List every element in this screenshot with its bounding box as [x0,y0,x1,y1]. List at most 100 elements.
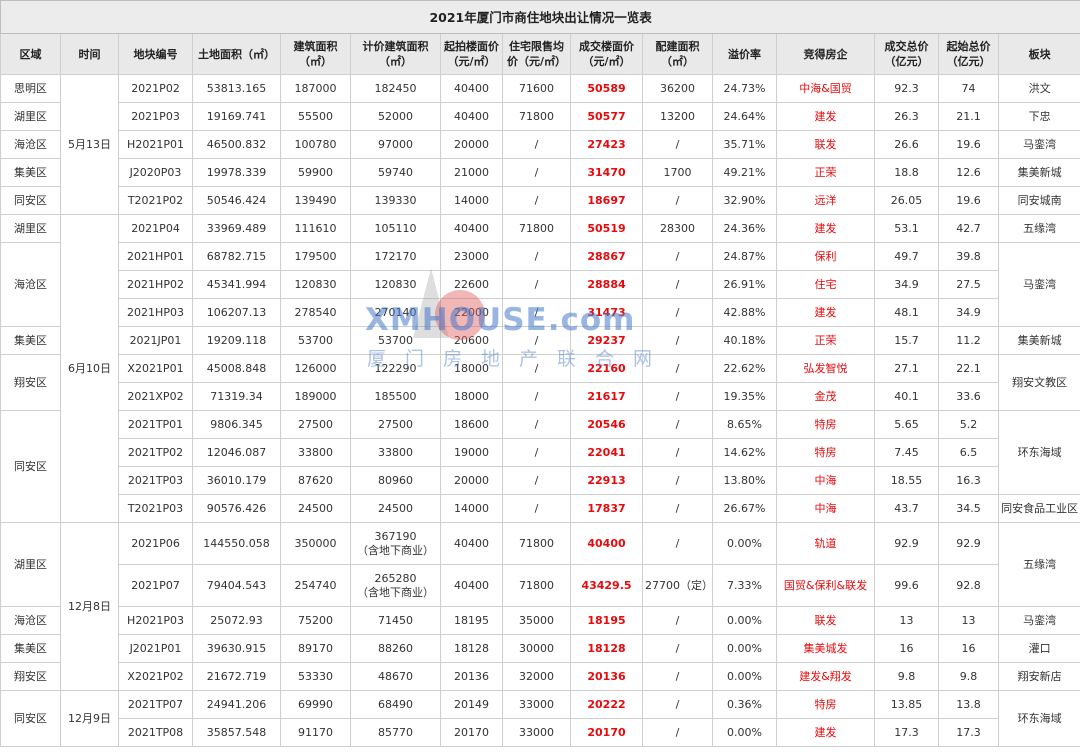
land-cell: 19209.118 [192,326,281,355]
start-total-cell: 27.5 [938,270,999,299]
start-price-cell: 18000 [440,354,503,383]
build-cell: 189000 [280,382,351,411]
deal-cell: 31470 [570,158,643,187]
board-cell: 下忠 [997,102,1080,131]
total-cell: 34.9 [874,270,939,299]
premium-cell: 0.00% [712,634,777,663]
table-row: 集美区 2021JP01 19209.118 53700 53700 20600… [0,326,1080,355]
deal-cell: 20546 [570,410,643,439]
deal-cell: 22160 [570,354,643,383]
priced-cell: 172170 [350,242,441,271]
total-cell: 18.8 [874,158,939,187]
deal-cell: 21617 [570,382,643,411]
extra-cell: / [642,634,713,663]
code-cell: H2021P01 [118,130,193,159]
land-cell: 53813.165 [192,74,281,103]
priced-cell: 71450 [350,606,441,635]
table-row: 湖里区 6月10日 2021P04 33969.489 111610 10511… [0,214,1080,523]
developer-cell: 建发 [776,214,875,243]
extra-cell: / [642,298,713,327]
limit-cell: 30000 [502,634,571,663]
land-cell: 68782.715 [192,242,281,271]
developer-cell: 远洋 [776,186,875,215]
code-cell: 2021P07 [118,564,193,607]
priced-cell: 52000 [350,102,441,131]
limit-cell: / [502,130,571,159]
priced-value: 265280 [374,571,417,585]
start-total-cell: 19.6 [938,130,999,159]
limit-cell: / [502,158,571,187]
deal-cell: 31473 [570,298,643,327]
total-cell: 40.1 [874,382,939,411]
land-cell: 33969.489 [192,214,281,243]
start-total-cell: 9.8 [938,662,999,691]
extra-cell: / [642,130,713,159]
date-cell: 5月13日 [60,74,119,215]
premium-cell: 0.00% [712,522,777,565]
total-cell: 9.8 [874,662,939,691]
extra-cell: / [642,690,713,719]
premium-cell: 0.00% [712,662,777,691]
deal-cell: 50577 [570,102,643,131]
premium-cell: 24.87% [712,242,777,271]
start-price-cell: 40400 [440,214,503,243]
board-cell: 翔安新店 [997,662,1080,691]
premium-cell: 26.67% [712,494,777,523]
build-cell: 89170 [280,634,351,663]
start-price-cell: 40400 [440,564,503,607]
developer-cell: 特房 [776,410,875,439]
header-district: 区域 [0,33,61,75]
start-price-cell: 20600 [440,326,503,355]
district-cell: 湖里区 [0,102,61,131]
developer-cell: 联发 [776,130,875,159]
build-cell: 53700 [280,326,351,355]
extra-cell: 36200 [642,74,713,103]
code-cell: X2021P02 [118,662,193,691]
developer-cell: 特房 [776,690,875,719]
extra-cell: / [642,438,713,467]
start-price-cell: 20170 [440,718,503,747]
limit-cell: 32000 [502,662,571,691]
start-total-cell: 22.1 [938,354,999,383]
deal-cell: 29237 [570,326,643,355]
start-total-cell: 39.8 [938,242,999,271]
build-cell: 139490 [280,186,351,215]
extra-cell: / [642,326,713,355]
start-total-cell: 92.9 [938,522,999,565]
district-cell: 同安区 [0,410,61,523]
deal-cell: 28867 [570,242,643,271]
start-total-cell: 21.1 [938,102,999,131]
land-cell: 35857.548 [192,718,281,747]
board-cell: 马銮湾 [997,606,1080,635]
build-cell: 53330 [280,662,351,691]
code-cell: 2021TP08 [118,718,193,747]
start-price-cell: 22600 [440,270,503,299]
build-cell: 33800 [280,438,351,467]
premium-cell: 40.18% [712,326,777,355]
header-total: 成交总价（亿元） [874,33,939,75]
build-cell: 27500 [280,410,351,439]
code-cell: 2021HP02 [118,270,193,299]
land-cell: 50546.424 [192,186,281,215]
start-price-cell: 19000 [440,438,503,467]
land-cell: 79404.543 [192,564,281,607]
build-cell: 87620 [280,466,351,495]
board-cell: 同安食品工业区 [997,494,1080,523]
code-cell: T2021P03 [118,494,193,523]
developer-cell: 住宅 [776,270,875,299]
board-cell: 集美新城 [997,326,1080,355]
code-cell: J2021P01 [118,634,193,663]
start-total-cell: 12.6 [938,158,999,187]
deal-cell: 27423 [570,130,643,159]
priced-cell: 24500 [350,494,441,523]
code-cell: J2020P03 [118,158,193,187]
start-price-cell: 18195 [440,606,503,635]
deal-cell: 43429.5 [570,564,643,607]
header-start-price: 起拍楼面价（元/㎡） [440,33,503,75]
header-developer: 竞得房企 [776,33,875,75]
deal-cell: 20222 [570,690,643,719]
start-total-cell: 33.6 [938,382,999,411]
developer-cell: 中海&国贸 [776,74,875,103]
table-row: 同安区 12月9日 2021TP07 24941.206 69990 68490… [0,690,1080,747]
table-row: 同安区 T2021P02 50546.424 139490 139330 140… [0,186,1080,215]
